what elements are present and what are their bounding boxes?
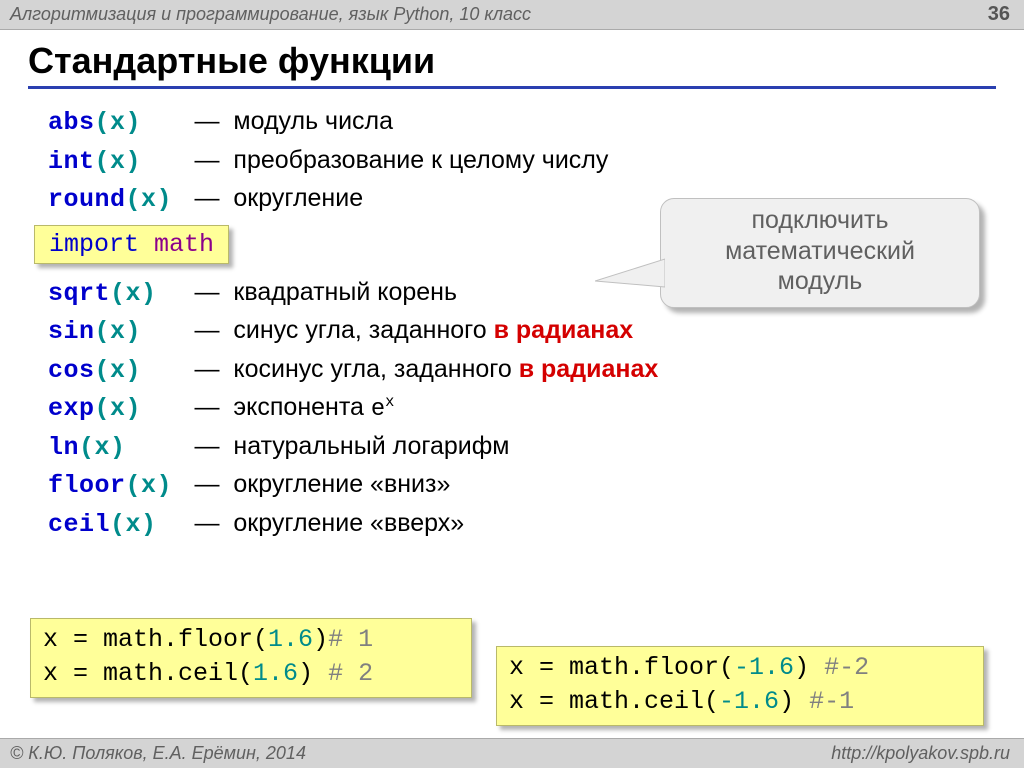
exp-symbol: ex xyxy=(371,396,395,423)
code-line: x = math.floor(-1.6) #-2 xyxy=(509,651,971,685)
func-name: sqrt xyxy=(48,279,110,308)
dash: — xyxy=(188,509,227,537)
func-name: sin xyxy=(48,317,95,346)
func-name: cos xyxy=(48,356,95,385)
func-row: int(x) — преобразование к целому числу xyxy=(48,142,996,181)
func-row: sin(x) — синус угла, заданного в радиана… xyxy=(48,312,996,351)
func-desc: преобразование к целому числу xyxy=(233,146,608,174)
page-number: 36 xyxy=(988,3,1010,26)
footer-url: http://kpolyakov.spb.ru xyxy=(831,743,1010,764)
func-name: int xyxy=(48,147,95,176)
func-arg: (x) xyxy=(79,433,126,462)
callout-line2: математический xyxy=(671,236,969,267)
code-line: x = math.floor(1.6)# 1 xyxy=(43,623,459,657)
func-arg: (x) xyxy=(95,147,142,176)
footer-bar: © К.Ю. Поляков, Е.А. Ерёмин, 2014 http:/… xyxy=(0,738,1024,768)
func-arg: (x) xyxy=(95,356,142,385)
func-row: ln(x) — натуральный логарифм xyxy=(48,428,996,467)
func-name: ceil xyxy=(48,510,110,539)
func-desc: натуральный логарифм xyxy=(233,432,509,460)
func-desc: модуль числа xyxy=(233,107,393,135)
func-row: cos(x) — косинус угла, заданного в радиа… xyxy=(48,351,996,390)
callout-line1: подключить xyxy=(671,205,969,236)
func-arg: (x) xyxy=(95,317,142,346)
import-module: math xyxy=(154,230,214,259)
dash: — xyxy=(188,393,227,421)
func-desc-red: в радианах xyxy=(519,355,659,383)
func-arg: (x) xyxy=(126,471,173,500)
func-name: round xyxy=(48,185,126,214)
func-list-math: sqrt(x) — квадратный кореньsin(x) — сину… xyxy=(28,274,996,544)
content-area: Стандартные функции abs(x) — модуль числ… xyxy=(0,30,1024,543)
page-title: Стандартные функции xyxy=(28,40,996,89)
dash: — xyxy=(188,107,227,135)
func-desc: косинус угла, заданного xyxy=(233,355,518,383)
func-arg: (x) xyxy=(95,394,142,423)
footer-copyright: © К.Ю. Поляков, Е.А. Ерёмин, 2014 xyxy=(10,743,306,764)
func-desc: округление «вниз» xyxy=(233,470,450,498)
func-desc-red: в радианах xyxy=(494,316,634,344)
func-desc: округление xyxy=(233,184,363,212)
func-desc: округление «вверх» xyxy=(233,509,464,537)
dash: — xyxy=(188,184,227,212)
code-line: x = math.ceil(-1.6) #-1 xyxy=(509,685,971,719)
func-desc: экспонента xyxy=(233,393,370,421)
func-row: ceil(x) — округление «вверх» xyxy=(48,505,996,544)
code-box-left: x = math.floor(1.6)# 1 x = math.ceil(1.6… xyxy=(30,618,472,698)
func-desc: квадратный корень xyxy=(233,278,457,306)
dash: — xyxy=(188,146,227,174)
func-name: abs xyxy=(48,108,95,137)
func-name: ln xyxy=(48,433,79,462)
dash: — xyxy=(188,470,227,498)
dash: — xyxy=(188,316,227,344)
callout-line3: модуль xyxy=(671,266,969,297)
code-line: x = math.ceil(1.6) # 2 xyxy=(43,657,459,691)
dash: — xyxy=(188,278,227,306)
func-name: floor xyxy=(48,471,126,500)
func-name: exp xyxy=(48,394,95,423)
func-arg: (x) xyxy=(110,510,157,539)
func-row: exp(x) — экспонента ex xyxy=(48,389,996,428)
func-row: abs(x) — модуль числа xyxy=(48,103,996,142)
func-desc: синус угла, заданного xyxy=(233,316,493,344)
code-box-right: x = math.floor(-1.6) #-2 x = math.ceil(-… xyxy=(496,646,984,726)
import-box: import math xyxy=(34,225,229,264)
dash: — xyxy=(188,355,227,383)
func-row: floor(x) — округление «вниз» xyxy=(48,466,996,505)
callout-bubble: подключить математический модуль xyxy=(660,198,980,308)
dash: — xyxy=(188,432,227,460)
import-keyword: import xyxy=(49,230,154,259)
func-arg: (x) xyxy=(110,279,157,308)
header-bar: Алгоритмизация и программирование, язык … xyxy=(0,0,1024,30)
header-text: Алгоритмизация и программирование, язык … xyxy=(10,4,531,25)
func-arg: (x) xyxy=(95,108,142,137)
func-arg: (x) xyxy=(126,185,173,214)
